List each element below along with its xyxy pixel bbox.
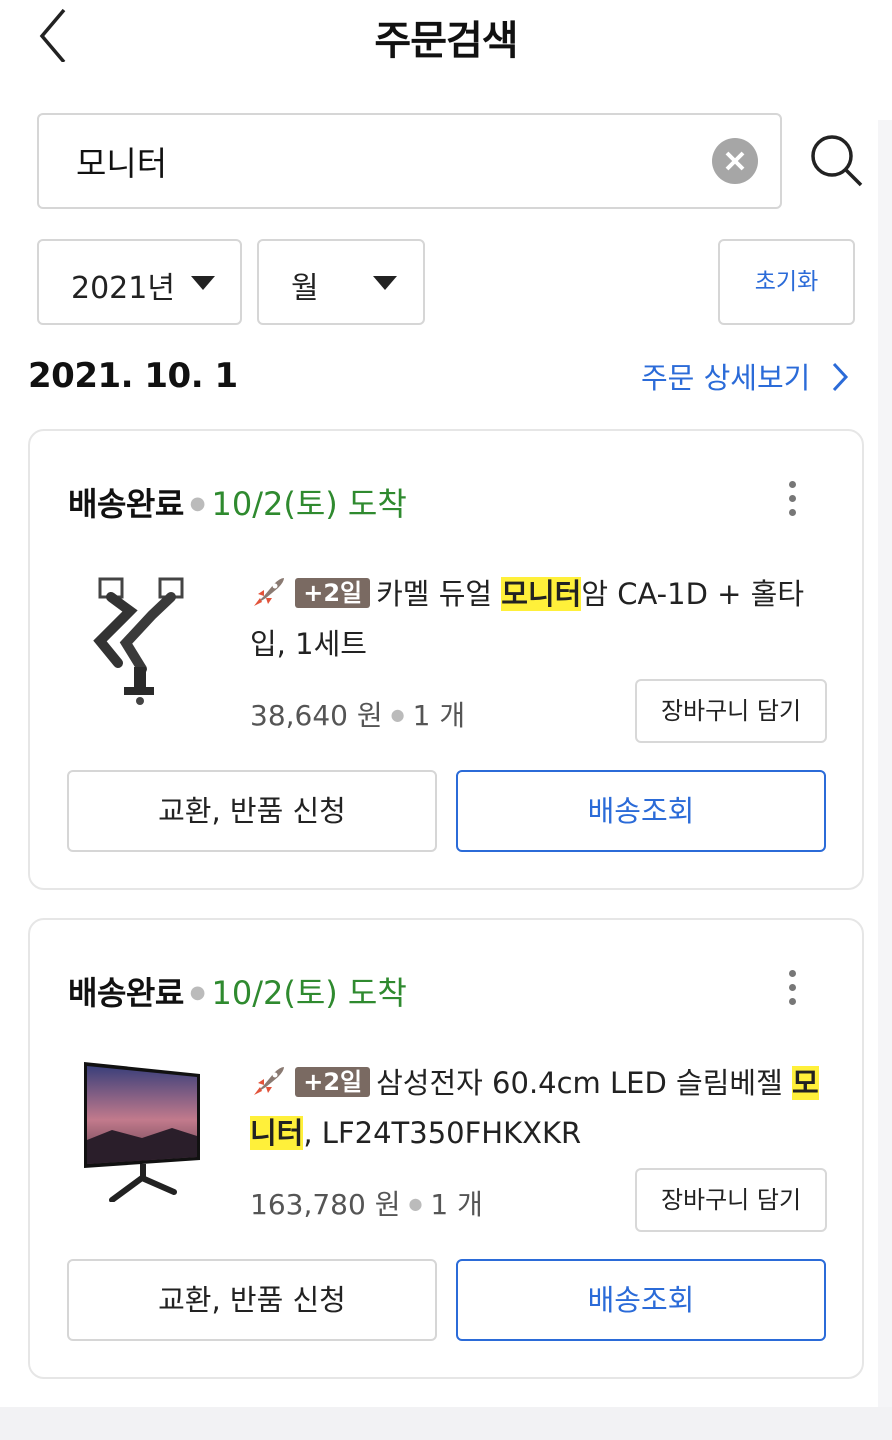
search-input[interactable] xyxy=(76,135,676,187)
month-value: 월 xyxy=(291,271,319,306)
scroll-edge xyxy=(878,120,892,1410)
price: 163,780 원 xyxy=(250,1188,401,1221)
search-icon[interactable] xyxy=(806,130,866,190)
price-row: 38,640 원 ● 1 개 xyxy=(250,699,466,732)
dropdown-arrow-icon xyxy=(191,276,215,290)
track-delivery-button[interactable]: 배송조회 xyxy=(456,1259,826,1341)
rocket-icon xyxy=(250,575,286,609)
bottom-area xyxy=(0,1407,892,1440)
product-name-prefix: 카멜 듀얼 xyxy=(376,577,502,611)
order-date: 2021. 10. 1 xyxy=(28,356,238,396)
year-value: 2021년 xyxy=(71,271,175,306)
price-row: 163,780 원 ● 1 개 xyxy=(250,1188,483,1221)
track-delivery-button[interactable]: 배송조회 xyxy=(456,770,826,852)
monitor-arm-image[interactable] xyxy=(80,571,200,707)
more-options-icon[interactable] xyxy=(782,970,802,1010)
monitor-image[interactable] xyxy=(82,1060,202,1203)
chevron-right-icon[interactable] xyxy=(826,360,854,394)
order-item-card: 배송완료 ● 10/2(토) 도착 +2일 카멜 듀얼 모니터암 CA-1D + 홀타… xyxy=(28,429,864,890)
quantity: 1 개 xyxy=(412,699,466,732)
price: 38,640 원 xyxy=(250,699,383,732)
more-options-icon[interactable] xyxy=(782,481,802,521)
product-name[interactable]: +2일 카멜 듀얼 모니터암 CA-1D + 홀타입, 1세트 xyxy=(250,569,830,669)
product-name-prefix: 삼성전자 60.4cm LED 슬림베젤 xyxy=(376,1066,792,1100)
order-detail-link[interactable]: 주문 상세보기 xyxy=(641,355,810,397)
year-select[interactable]: 2021년 xyxy=(37,239,242,325)
order-item-card: 배송완료 ● 10/2(토) 도착 +2일 삼성전자 60.4cm LED 슬림베젤 … xyxy=(28,918,864,1379)
clear-icon[interactable] xyxy=(712,138,758,184)
search-highlight: 모니터 xyxy=(501,577,582,611)
delivery-status: 배송완료 ● 10/2(토) 도착 xyxy=(68,974,407,1012)
arrival-date: 10/2(토) 도착 xyxy=(211,974,407,1012)
header: 주문검색 xyxy=(0,0,892,70)
shipping-badge: +2일 xyxy=(295,1067,371,1097)
status-label: 배송완료 xyxy=(68,974,184,1012)
arrival-date: 10/2(토) 도착 xyxy=(211,485,407,523)
product-name-suffix: , LF24T350FHKXKR xyxy=(303,1116,582,1150)
product-name[interactable]: +2일 삼성전자 60.4cm LED 슬림베젤 모니터, LF24T350FHK… xyxy=(250,1058,830,1158)
rocket-icon xyxy=(250,1064,286,1098)
exchange-return-button[interactable]: 교환, 반품 신청 xyxy=(67,1259,437,1341)
status-label: 배송완료 xyxy=(68,485,184,523)
dropdown-arrow-icon xyxy=(373,276,397,290)
quantity: 1 개 xyxy=(430,1188,483,1221)
exchange-return-button[interactable]: 교환, 반품 신청 xyxy=(67,770,437,852)
shipping-badge: +2일 xyxy=(295,578,371,608)
delivery-status: 배송완료 ● 10/2(토) 도착 xyxy=(68,485,407,523)
month-select[interactable]: 월 xyxy=(257,239,425,325)
search-box xyxy=(37,113,782,209)
add-to-cart-button[interactable]: 장바구니 담기 xyxy=(635,679,827,743)
add-to-cart-button[interactable]: 장바구니 담기 xyxy=(635,1168,827,1232)
page-title: 주문검색 xyxy=(374,18,518,64)
reset-button[interactable]: 초기화 xyxy=(718,239,855,325)
